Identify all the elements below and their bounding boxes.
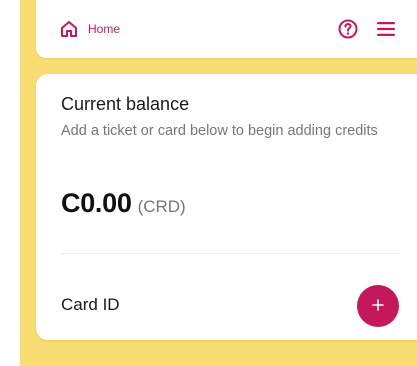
home-label: Home [88,22,121,36]
top-navigation-bar: Home [36,0,417,58]
app-viewport: Home Current balance Add a ticket or car… [20,0,417,366]
balance-title: Current balance [61,94,190,114]
add-card-button[interactable] [357,285,399,327]
home-icon [60,20,78,38]
card-id-label: Card ID [61,295,120,314]
balance-card: Current balance Add a ticket or card bel… [36,74,417,340]
help-circle-icon[interactable] [338,19,358,44]
section-divider [61,253,399,254]
balance-unit: (CRD) [137,197,186,216]
balance-amount: C0.00 [61,188,132,218]
plus-icon [372,298,384,314]
hamburger-menu-icon[interactable] [377,22,395,41]
balance-display: C0.00 (CRD) [61,188,186,219]
home-link[interactable]: Home [60,19,120,39]
balance-description: Add a ticket or card below to begin addi… [61,123,378,139]
